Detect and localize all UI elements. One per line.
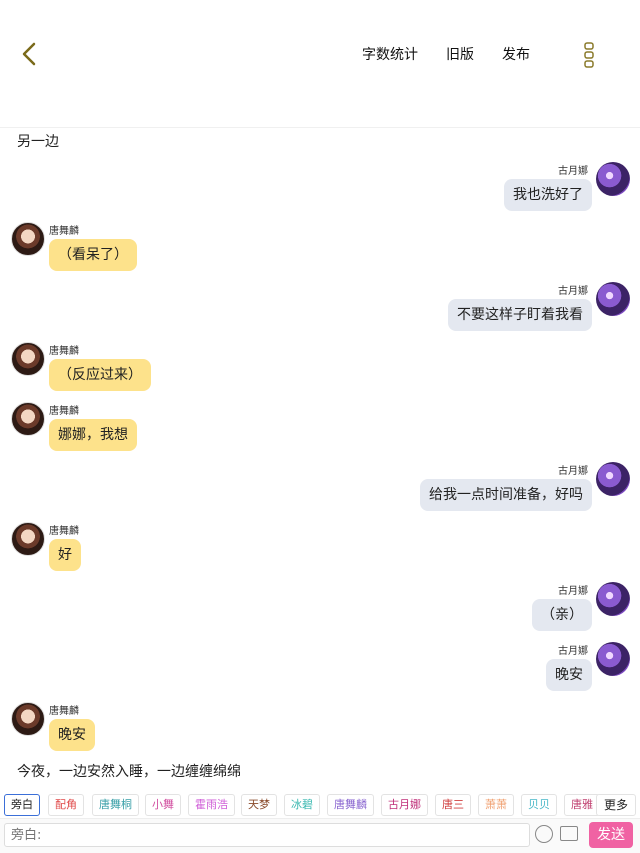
image-icon[interactable]: [560, 826, 578, 841]
avatar-left: [11, 402, 45, 436]
avatar-left: [11, 342, 45, 376]
old-version-button[interactable]: 旧版: [446, 44, 474, 64]
speaker-name: 唐舞麟: [49, 706, 79, 717]
avatar-right: [596, 642, 630, 676]
message-bubble[interactable]: 我也洗好了: [504, 179, 592, 211]
avatar-left: [11, 522, 45, 556]
top-bar: 字数统计 旧版 发布: [0, 0, 640, 128]
narration-text: 另一边: [17, 134, 59, 150]
more-vertical-icon[interactable]: [580, 42, 598, 68]
avatar-left: [11, 222, 45, 256]
speaker-name: 唐舞麟: [49, 346, 79, 357]
avatar-right: [596, 162, 630, 196]
emoji-icon[interactable]: [535, 825, 553, 843]
role-chip[interactable]: 唐雅: [564, 794, 600, 816]
message-bubble[interactable]: （亲）: [532, 599, 592, 631]
narration-text: 今夜，一边安然入睡，一边缠缠绵绵: [17, 764, 241, 780]
speaker-name: 古月娜: [558, 466, 588, 477]
role-chip[interactable]: 旁白: [4, 794, 40, 816]
back-chevron-icon[interactable]: [16, 40, 44, 68]
message-bubble[interactable]: 娜娜，我想: [49, 419, 137, 451]
chat-area[interactable]: 另一边 古月娜 我也洗好了 唐舞麟 （看呆了） 古月娜 不要这样子盯着我看 唐舞…: [0, 128, 640, 784]
avatar-right: [596, 282, 630, 316]
role-chip[interactable]: 配角: [48, 794, 84, 816]
speaker-name: 唐舞麟: [49, 406, 79, 417]
message-bubble[interactable]: 晚安: [546, 659, 592, 691]
role-chip[interactable]: 古月娜: [381, 794, 428, 816]
word-count-button[interactable]: 字数统计: [362, 44, 418, 64]
speaker-name: 古月娜: [558, 646, 588, 657]
message-input[interactable]: [4, 823, 530, 847]
role-chip[interactable]: 霍雨浩: [188, 794, 235, 816]
speaker-name: 唐舞麟: [49, 226, 79, 237]
message-bubble[interactable]: 晚安: [49, 719, 95, 751]
role-chip[interactable]: 萧萧: [478, 794, 514, 816]
speaker-name: 古月娜: [558, 286, 588, 297]
message-bubble[interactable]: 给我一点时间准备，好吗: [420, 479, 592, 511]
publish-button[interactable]: 发布: [502, 44, 530, 64]
speaker-name: 古月娜: [558, 586, 588, 597]
role-chip[interactable]: 唐舞桐: [92, 794, 139, 816]
avatar-right: [596, 462, 630, 496]
message-bubble[interactable]: （看呆了）: [49, 239, 137, 271]
speaker-name: 古月娜: [558, 166, 588, 177]
avatar-right: [596, 582, 630, 616]
role-chip[interactable]: 唐三: [435, 794, 471, 816]
speaker-name: 唐舞麟: [49, 526, 79, 537]
message-bubble[interactable]: （反应过来）: [49, 359, 151, 391]
more-roles-button[interactable]: 更多: [596, 794, 636, 816]
role-selector: 旁白 配角 唐舞桐 小舞 霍雨浩 天梦 冰碧 唐舞麟 古月娜 唐三 萧萧 贝贝 …: [0, 790, 640, 820]
send-button[interactable]: 发送: [589, 822, 633, 848]
avatar-left: [11, 702, 45, 736]
message-bubble[interactable]: 好: [49, 539, 81, 571]
role-chip[interactable]: 小舞: [145, 794, 181, 816]
role-chip[interactable]: 天梦: [241, 794, 277, 816]
input-bar: 发送: [0, 818, 640, 853]
message-bubble[interactable]: 不要这样子盯着我看: [448, 299, 592, 331]
role-chip[interactable]: 冰碧: [284, 794, 320, 816]
role-chip[interactable]: 贝贝: [521, 794, 557, 816]
role-chip[interactable]: 唐舞麟: [327, 794, 374, 816]
